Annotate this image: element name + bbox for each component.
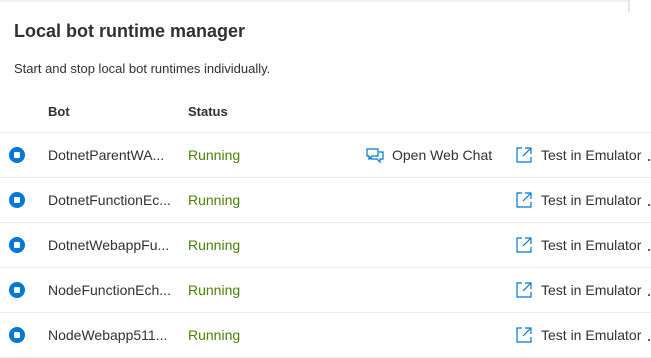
open-web-chat-button[interactable]: Open Web Chat bbox=[366, 143, 492, 167]
table-row: DotnetWebappFu... Running Test in Emulator bbox=[0, 223, 651, 268]
status-text: Running bbox=[188, 192, 241, 208]
open-in-new-window-icon bbox=[515, 236, 533, 254]
status-text: Running bbox=[188, 147, 241, 163]
table-row: DotnetFunctionEc... Running Test in Emulat… bbox=[0, 178, 651, 223]
more-options-icon[interactable] bbox=[648, 249, 650, 251]
test-in-emulator-button[interactable]: Test in Emulator bbox=[515, 188, 641, 212]
more-options-icon[interactable] bbox=[648, 294, 650, 296]
page-title: Local bot runtime manager bbox=[14, 21, 246, 41]
column-header-bot[interactable]: Bot bbox=[48, 104, 70, 119]
table-row: NodeWebapp511... Running Test in Emulator bbox=[0, 313, 651, 358]
test-in-emulator-button[interactable]: Test in Emulator bbox=[515, 278, 641, 302]
stop-square-icon bbox=[14, 197, 20, 203]
runtime-manager-panel: Local bot runtime manager Start and stop… bbox=[0, 0, 651, 358]
stop-circle-icon[interactable] bbox=[9, 282, 25, 298]
bot-name: NodeWebapp511... bbox=[48, 327, 168, 343]
page-subtitle: Start and stop local bot runtimes indivi… bbox=[14, 61, 271, 76]
bot-name: DotnetFunctionEc... bbox=[48, 192, 171, 208]
stop-square-icon bbox=[14, 332, 20, 338]
test-in-emulator-button[interactable]: Test in Emulator bbox=[515, 233, 641, 257]
open-web-chat-label: Open Web Chat bbox=[392, 147, 493, 163]
test-in-emulator-label: Test in Emulator bbox=[541, 147, 642, 163]
stop-circle-icon[interactable] bbox=[9, 237, 25, 253]
test-in-emulator-label: Test in Emulator bbox=[541, 192, 642, 208]
test-in-emulator-label: Test in Emulator bbox=[541, 282, 642, 298]
stop-square-icon bbox=[14, 242, 20, 248]
open-in-new-window-icon bbox=[515, 146, 533, 164]
column-header-status[interactable]: Status bbox=[188, 104, 228, 119]
status-text: Running bbox=[188, 327, 241, 343]
open-in-new-window-icon bbox=[515, 326, 533, 344]
status-text: Running bbox=[188, 237, 241, 253]
stop-circle-icon[interactable] bbox=[9, 192, 25, 208]
table-header: Bot Status bbox=[0, 96, 651, 133]
bot-name: DotnetWebappFu... bbox=[48, 237, 170, 253]
table-row: NodeFunctionEch... Running Test in Emulato… bbox=[0, 268, 651, 313]
stop-circle-icon[interactable] bbox=[9, 327, 25, 343]
stop-square-icon bbox=[14, 152, 20, 158]
bot-name: NodeFunctionEch... bbox=[48, 282, 171, 298]
bot-list: DotnetParentWA... Running Open Web Chat Tes… bbox=[0, 133, 651, 358]
status-text: Running bbox=[188, 282, 241, 298]
bot-name: DotnetParentWA... bbox=[48, 147, 165, 163]
more-options-icon[interactable] bbox=[648, 204, 650, 206]
more-options-icon[interactable] bbox=[648, 339, 650, 341]
test-in-emulator-button[interactable]: Test in Emulator bbox=[515, 323, 641, 347]
chat-icon bbox=[366, 147, 384, 163]
stop-square-icon bbox=[14, 287, 20, 293]
open-in-new-window-icon bbox=[515, 191, 533, 209]
test-in-emulator-label: Test in Emulator bbox=[541, 327, 642, 343]
test-in-emulator-label: Test in Emulator bbox=[541, 237, 642, 253]
more-options-icon[interactable] bbox=[648, 159, 650, 161]
test-in-emulator-button[interactable]: Test in Emulator bbox=[515, 143, 641, 167]
stop-circle-icon[interactable] bbox=[9, 147, 25, 163]
open-in-new-window-icon bbox=[515, 281, 533, 299]
table-row: DotnetParentWA... Running Open Web Chat Tes… bbox=[0, 133, 651, 178]
